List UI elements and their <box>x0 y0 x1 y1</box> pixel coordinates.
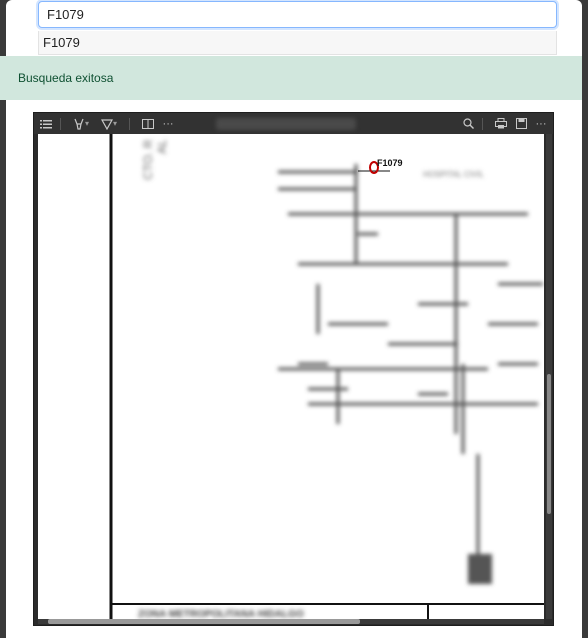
success-alert: Busqueda exitosa <box>0 56 582 100</box>
blurred-text: HOSPITAL CIVIL <box>423 170 484 179</box>
scroll-thumb[interactable] <box>48 619 360 624</box>
pdf-viewer[interactable]: ▾ ▾ ··· ··· CTO. R AL HOSPITAL CIVIL ZON… <box>33 112 554 626</box>
page-view-icon[interactable] <box>140 116 156 132</box>
search-input[interactable] <box>38 1 557 28</box>
blurred-text: ZONA METROPOLITANA HIDALGO <box>138 609 304 619</box>
document-page: CTO. R AL HOSPITAL CIVIL ZONA METROPOLIT… <box>38 134 544 619</box>
suggestion-item[interactable]: F1079 <box>38 31 557 55</box>
contents-icon[interactable] <box>38 116 54 132</box>
chevron-down-icon[interactable]: ▾ <box>85 119 89 128</box>
more-icon[interactable]: ··· <box>160 116 176 132</box>
scroll-thumb[interactable] <box>547 374 551 514</box>
blurred-text: CTO. R <box>141 139 155 180</box>
blurred-toolbar-region <box>216 117 357 130</box>
chevron-down-icon[interactable]: ▾ <box>113 119 117 128</box>
save-icon[interactable] <box>513 116 529 132</box>
toolbar-divider <box>60 117 61 130</box>
print-icon[interactable] <box>493 116 509 132</box>
search-icon[interactable] <box>460 116 476 132</box>
toolbar-divider <box>129 117 131 130</box>
vertical-scrollbar[interactable] <box>546 134 552 619</box>
toolbar-divider <box>482 117 483 130</box>
more-icon[interactable]: ··· <box>533 116 549 132</box>
diagram-drawing: CTO. R AL HOSPITAL CIVIL ZONA METROPOLIT… <box>109 134 544 619</box>
marker-label: F1079 <box>377 158 403 168</box>
horizontal-scrollbar[interactable] <box>38 619 544 624</box>
viewer-toolbar: ▾ ▾ ··· ··· <box>34 113 553 134</box>
blurred-text: AL <box>155 139 169 154</box>
